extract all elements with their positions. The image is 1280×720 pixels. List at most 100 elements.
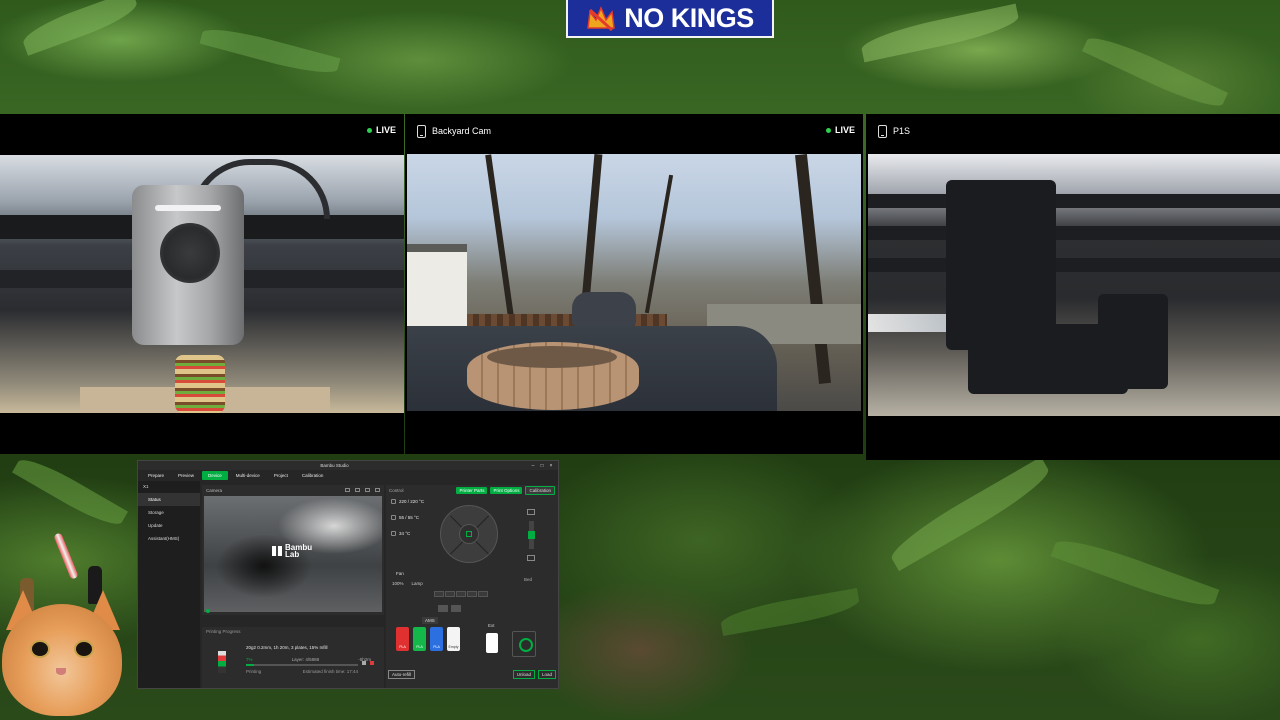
tab-multi-device[interactable]: Multi-device	[230, 471, 266, 480]
live-indicator: LIVE	[825, 125, 855, 135]
sidebar-item-status[interactable]: Status	[138, 493, 200, 506]
chamber-icon	[391, 531, 396, 536]
step-button[interactable]	[456, 591, 466, 597]
step-button[interactable]	[467, 591, 477, 597]
live-indicator: LIVE	[366, 125, 396, 135]
step-button[interactable]	[434, 591, 444, 597]
ext-label: Ext	[488, 623, 495, 628]
progress-row: 7% Layer: 4/5888 -5h2m	[246, 657, 371, 662]
camera-settings-icon[interactable]	[375, 488, 380, 492]
fire-pit-inner	[487, 346, 617, 368]
extruder-slider[interactable]	[527, 521, 535, 549]
gantry	[868, 194, 1280, 208]
app-title: Bambu Studio	[320, 463, 349, 468]
retract-button[interactable]	[451, 605, 461, 612]
ams-slot-3[interactable]: PLA	[430, 627, 443, 651]
control-panel: Control Printer Parts Print Options Cali…	[386, 485, 558, 688]
camera-name: Backyard Cam	[432, 126, 492, 136]
camera-feed	[868, 154, 1280, 416]
tab-device[interactable]: Device	[202, 471, 228, 480]
bed-temp: 55 / 55 °C	[399, 515, 420, 520]
home-icon[interactable]	[466, 531, 472, 537]
calibration-button[interactable]: Calibration	[525, 485, 555, 495]
bambu-studio-window[interactable]: Bambu Studio – □ × Prepare Preview Devic…	[137, 460, 559, 689]
camera-toolbar: Camera	[202, 485, 384, 495]
grill	[572, 292, 636, 326]
device-selector[interactable]: X1	[138, 481, 200, 493]
fan-label: Fan	[396, 571, 404, 576]
maximize-icon[interactable]: □	[539, 463, 545, 469]
close-icon[interactable]: ×	[548, 463, 554, 469]
record-icon[interactable]	[345, 488, 350, 492]
arrow-up-icon[interactable]	[527, 509, 535, 515]
camera-panel-p1s[interactable]: P1S	[866, 114, 1280, 460]
bed-label: Bed	[524, 577, 533, 582]
live-dot-icon	[366, 127, 372, 133]
timelapse-icon[interactable]	[355, 488, 360, 492]
fan-speed[interactable]: 100%	[392, 581, 404, 586]
bambu-logo-icon	[272, 546, 282, 556]
tab-project[interactable]: Project	[268, 471, 294, 480]
sidebar-item-update[interactable]: Update	[138, 519, 200, 532]
device-sidebar: X1 Status Storage Update Assistant(HMS)	[138, 481, 200, 688]
no-kings-banner: NO KINGS	[566, 0, 774, 38]
fan-row: 100% Lamp	[392, 581, 423, 586]
control-label: Control	[389, 487, 404, 493]
printing-header: Printing Progress	[206, 629, 241, 634]
print-status: Printing	[246, 669, 262, 674]
camera-panel-backyard[interactable]: Backyard Cam LIVE	[405, 114, 863, 454]
gantry	[868, 258, 1280, 272]
ams-slot-1[interactable]: PLA	[396, 627, 409, 651]
print-options-button[interactable]: Print Options	[490, 486, 523, 494]
sidebar-item-storage[interactable]: Storage	[138, 506, 200, 519]
ams-slot-2[interactable]: PLA	[413, 627, 426, 651]
ams-slot-4[interactable]: Empty	[447, 627, 460, 651]
printer-parts-button[interactable]: Printer Parts	[456, 486, 488, 494]
cat-face	[2, 604, 122, 716]
stop-icon[interactable]	[370, 661, 374, 665]
estimated-finish: Estimated finish time: 17:44	[302, 669, 358, 674]
camera-feed	[0, 155, 404, 413]
lamp-toggle[interactable]: Lamp	[412, 581, 423, 586]
external-spool-slot[interactable]	[486, 633, 498, 653]
print-file-name: 20g2 0.2mm, 1h 20m, 3 plates, 15% Infill	[246, 645, 328, 650]
progress-bar	[246, 664, 358, 666]
auto-refill-button[interactable]: Auto-refill	[388, 670, 416, 679]
pause-icon[interactable]	[362, 661, 366, 665]
gantry	[868, 226, 1280, 240]
cat-nose	[56, 668, 66, 675]
sidebar-item-assistant[interactable]: Assistant(HMS)	[138, 532, 200, 545]
bed-temp-row[interactable]: 55 / 55 °C	[391, 515, 419, 520]
tab-calibration[interactable]: Calibration	[296, 471, 330, 480]
tab-preview[interactable]: Preview	[172, 471, 200, 480]
toolhead-light	[155, 205, 221, 211]
house	[407, 244, 467, 334]
ams-diagram	[512, 631, 536, 657]
nozzle-icon	[391, 499, 396, 504]
step-button[interactable]	[445, 591, 455, 597]
camera-header: P1S	[866, 114, 1280, 148]
camera-feed	[407, 154, 861, 411]
unload-button[interactable]: Unload	[512, 670, 535, 679]
ams-slots: PLA PLA PLA Empty	[396, 627, 460, 651]
extrude-button[interactable]	[438, 605, 448, 612]
progress-percent: 7%	[246, 657, 253, 662]
z-axis-control[interactable]	[522, 509, 540, 575]
camera-name: P1S	[893, 126, 911, 136]
printing-progress-panel: Printing Progress 20g2 0.2mm, 1h 20m, 3 …	[202, 627, 384, 688]
camera-panel-printer-1[interactable]: LIVE	[0, 114, 404, 454]
minimize-icon[interactable]: –	[530, 463, 536, 469]
nozzle-temp-row[interactable]: 220 / 220 °C	[391, 499, 424, 504]
tree	[644, 174, 674, 314]
camera-image: Bambu Lab	[204, 496, 382, 612]
cat-eye	[30, 640, 50, 658]
tree	[485, 154, 515, 324]
live-label: LIVE	[375, 125, 396, 135]
step-button[interactable]	[478, 591, 488, 597]
tab-prepare[interactable]: Prepare	[142, 471, 170, 480]
fullscreen-icon[interactable]	[365, 488, 370, 492]
crown-icon	[586, 6, 616, 32]
load-button[interactable]: Load	[537, 670, 556, 679]
nozzle-temp: 220 / 220 °C	[399, 499, 425, 504]
arrow-down-icon[interactable]	[527, 555, 535, 561]
